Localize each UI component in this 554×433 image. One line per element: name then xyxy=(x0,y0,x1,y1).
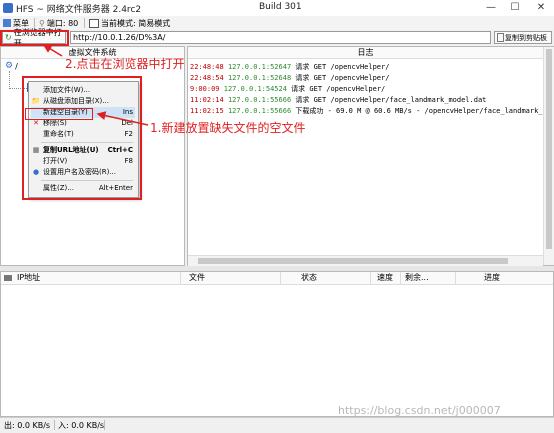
arrow-to-open-button xyxy=(42,44,63,57)
annotation-step1-text: 1.新建放置缺失文件的空文件 xyxy=(150,121,306,135)
annotation-step2-text: 2.点击在浏览器中打开 xyxy=(65,57,185,71)
watermark: https://blog.csdn.net/j000007 xyxy=(338,404,501,417)
arrow-to-new-folder xyxy=(96,111,149,126)
